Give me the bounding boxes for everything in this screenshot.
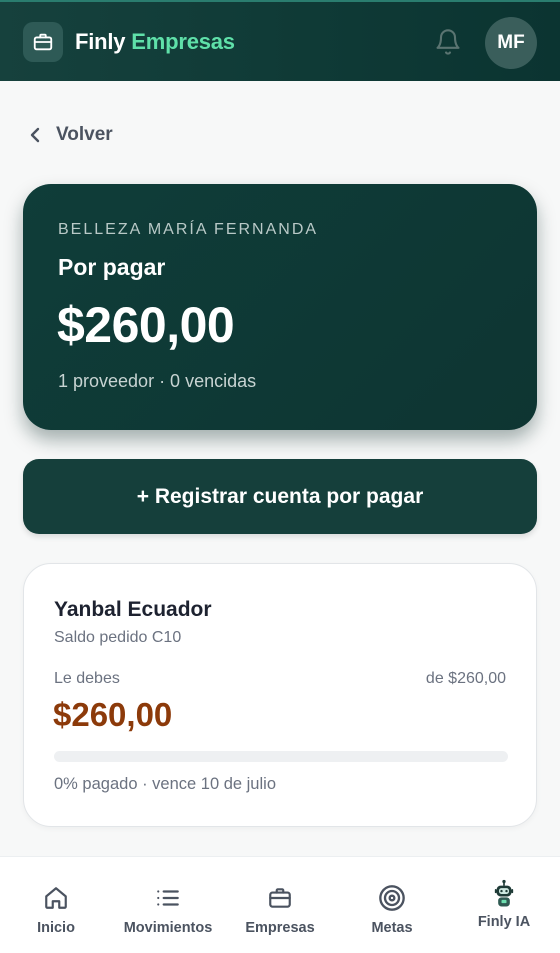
bell-icon — [436, 29, 460, 55]
robot-icon — [494, 879, 514, 907]
nav-item-movimientos[interactable]: Movimientos — [112, 857, 224, 953]
payment-progress-bar — [54, 751, 508, 762]
briefcase-icon — [269, 888, 291, 908]
register-payable-button[interactable]: + Registrar cuenta por pagar — [23, 459, 537, 534]
payables-summary-card: BELLEZA MARÍA FERNANDA Por pagar $260,00… — [23, 184, 537, 430]
avatar-initials: MF — [497, 32, 525, 53]
payable-note: Saldo pedido C10 — [54, 629, 182, 646]
nav-item-inicio[interactable]: Inicio — [0, 857, 112, 953]
nav-item-metas[interactable]: Metas — [336, 857, 448, 953]
vendor-name: Yanbal Ecuador — [54, 598, 212, 621]
chevron-left-icon — [30, 127, 40, 143]
brand-accent: Empresas — [131, 29, 235, 54]
target-icon — [379, 885, 405, 911]
nav-label-metas: Metas — [371, 920, 413, 936]
app-header: Finly Empresas MF — [0, 0, 560, 81]
notifications-button[interactable] — [434, 28, 462, 56]
nav-label-finly-ia: Finly IA — [477, 914, 531, 930]
summary-meta: 1 proveedor · 0 vencidas — [58, 371, 257, 391]
nav-item-empresas[interactable]: Empresas — [224, 857, 336, 953]
summary-label: Por pagar — [58, 254, 166, 280]
nav-label-inicio: Inicio — [37, 920, 75, 936]
payable-total: de $260,00 — [425, 670, 506, 687]
back-label: Volver — [56, 124, 113, 145]
nav-item-finly-ia[interactable]: Finly IA — [448, 857, 560, 953]
briefcase-logo — [23, 22, 63, 62]
payable-card[interactable]: Yanbal Ecuador Saldo pedido C10 Le debes… — [23, 563, 537, 827]
brand-primary: Finly — [75, 29, 126, 54]
avatar[interactable]: MF — [485, 17, 537, 69]
back-button[interactable]: Volver — [28, 122, 113, 148]
brand-name: Finly Empresas — [75, 29, 235, 55]
payment-status: 0% pagado · vence 10 de julio — [54, 775, 276, 793]
nav-label-empresas: Empresas — [245, 920, 315, 936]
summary-amount: $260,00 — [57, 297, 235, 353]
bottom-nav: Inicio Movimientos Empresas Metas Finly … — [0, 856, 560, 953]
list-icon — [157, 890, 179, 906]
home-icon — [45, 887, 67, 909]
owe-amount: $260,00 — [53, 696, 173, 733]
briefcase-icon — [33, 33, 53, 51]
business-owner-name: BELLEZA MARÍA FERNANDA — [58, 221, 319, 238]
owe-label: Le debes — [54, 670, 120, 687]
nav-label-movimientos: Movimientos — [123, 920, 213, 936]
